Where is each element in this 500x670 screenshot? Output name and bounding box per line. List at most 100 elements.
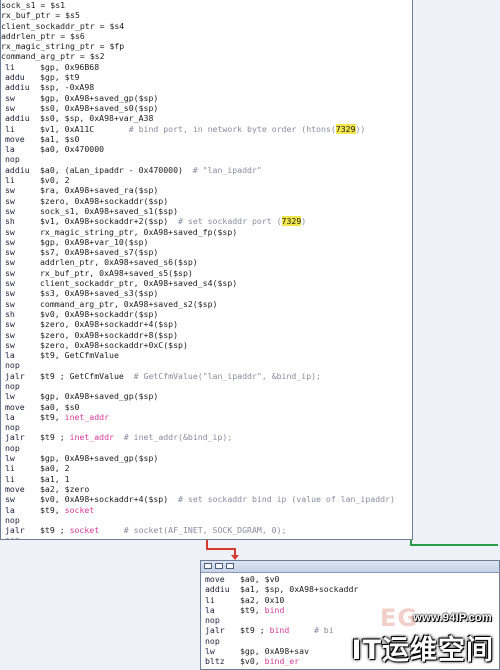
code-line[interactable]: sw $s0, 0xA98+saved_s0($sp) xyxy=(1,103,412,113)
code-line[interactable]: jalr $t9 ; GetCfmValue # GetCfmValue("lan… xyxy=(1,371,412,381)
code-line[interactable]: li $a2, 0x10 xyxy=(201,595,499,605)
block-collapse-icon[interactable] xyxy=(226,563,234,569)
code-line[interactable]: li $a0, 2 xyxy=(1,463,412,473)
operands: $gp, 0xA98+saved_gp($sp) xyxy=(40,453,159,464)
code-line[interactable]: la $t9, GetCfmValue xyxy=(1,350,412,360)
code-line[interactable]: jalr $t9 ; socket # socket(AF_INET, SOCK_… xyxy=(1,525,412,535)
code-line[interactable]: li $a1, 1 xyxy=(1,474,412,484)
operands: $a2, $zero xyxy=(40,483,90,494)
mnemonic: sw xyxy=(5,319,15,330)
code-line[interactable]: addiu $sp, -0xA98 xyxy=(1,82,412,92)
mnemonic: move xyxy=(5,401,25,412)
block-color-icon[interactable] xyxy=(204,563,212,569)
code-line[interactable]: la $a0, 0x470000 xyxy=(1,144,412,154)
mnemonic: jalr xyxy=(5,370,25,381)
mnemonic: li xyxy=(205,594,215,605)
code-line[interactable]: move $a0, $s0 xyxy=(1,402,412,412)
false-branch-edge-horizontal xyxy=(206,548,236,550)
code-line[interactable]: addiu $a0, (aLan_ipaddr - 0x470000) # "la… xyxy=(1,165,412,175)
code-line[interactable]: sock_s1 = $s1 xyxy=(1,0,412,10)
block-group-icon[interactable] xyxy=(215,563,223,569)
mnemonic: nop xyxy=(205,615,220,626)
code-line[interactable]: nop xyxy=(1,154,412,164)
operands: $a1, 1 xyxy=(40,473,70,484)
operands: $v1, 0xA98+sockaddr+2($sp) xyxy=(40,216,169,227)
code-line[interactable]: sw $ra, 0xA98+saved_ra($sp) xyxy=(1,185,412,195)
code-line[interactable]: jalr $t9 ; inet_addr # inet_addr(&bind_ip… xyxy=(1,432,412,442)
mnemonic: sw xyxy=(5,288,15,299)
mnemonic: li xyxy=(5,175,15,186)
operands: $t9, xyxy=(40,411,65,422)
code-line[interactable]: nop xyxy=(1,381,412,391)
code-line[interactable]: sh $v0, 0xA98+sockaddr($sp) xyxy=(1,309,412,319)
true-branch-edge-horizontal xyxy=(410,544,498,546)
mnemonic: sw xyxy=(5,205,15,216)
code-line[interactable]: sh $v1, 0xA98+sockaddr+2($sp) # set socka… xyxy=(1,216,412,227)
code-line[interactable]: nop xyxy=(1,443,412,453)
mnemonic: nop xyxy=(5,422,20,433)
code-line[interactable]: lw $gp, 0xA98+saved_gp($sp) xyxy=(1,391,412,401)
mnemonic: sh xyxy=(5,216,15,227)
code-line[interactable]: li $v0, 2 xyxy=(1,175,412,185)
mnemonic: sw xyxy=(5,92,15,103)
operands: $a2, 0x10 xyxy=(240,594,285,605)
code-line[interactable]: sw $zero, 0xA98+sockaddr+4($sp) xyxy=(1,319,412,329)
comment: # "lan_ipaddr" xyxy=(182,164,262,175)
mnemonic: move xyxy=(5,133,25,144)
code-line[interactable]: sw $gp, 0xA98+var_10($sp) xyxy=(1,237,412,247)
operands: $v1, 0xA11C xyxy=(40,123,95,134)
code-line[interactable]: rx_magic_string_ptr = $fp xyxy=(1,41,412,51)
code-line[interactable]: sw rx_buf_ptr, 0xA98+saved_s5($sp) xyxy=(1,268,412,278)
code-line[interactable]: la $t9, socket xyxy=(1,505,412,515)
operands: $t9 ; xyxy=(40,432,70,443)
code-line[interactable]: nop xyxy=(1,515,412,525)
mnemonic: addiu xyxy=(5,164,30,175)
operands: $zero, 0xA98+sockaddr+8($sp) xyxy=(40,329,179,340)
function-name: inet_addr xyxy=(69,432,114,443)
code-line[interactable]: nop xyxy=(1,360,412,370)
operands: $a0, (aLan_ipaddr - 0x470000) xyxy=(40,164,183,175)
code-line[interactable]: sw $zero, 0xA98+sockaddr($sp) xyxy=(1,196,412,206)
code-line[interactable]: move $a0, $v0 xyxy=(201,574,499,584)
code-line[interactable]: addiu $a1, $sp, 0xA98+sockaddr xyxy=(201,584,499,594)
code-line[interactable]: li $v1, 0xA11C # bind port, in network by… xyxy=(1,123,412,134)
operands: addrlen_ptr, 0xA98+saved_s6($sp) xyxy=(40,257,198,268)
code-line[interactable]: addrlen_ptr = $s6 xyxy=(1,31,412,41)
operands: client_sockaddr_ptr = $s4 xyxy=(1,20,125,31)
code-line[interactable]: addu $gp, $t9 xyxy=(1,72,412,82)
code-line[interactable]: sw rx_magic_string_ptr, 0xA98+saved_fp($s… xyxy=(1,227,412,237)
code-line[interactable]: sw $v0, 0xA98+sockaddr+4($sp) # set socka… xyxy=(1,494,412,504)
code-line[interactable]: nop xyxy=(1,422,412,432)
code-line[interactable]: move $a2, $zero xyxy=(1,484,412,494)
code-line[interactable]: sw command_arg_ptr, 0xA98+saved_s2($sp) xyxy=(1,299,412,309)
operands: $v0, xyxy=(240,656,265,667)
function-name: bind xyxy=(269,625,290,636)
code-line[interactable]: command_arg_ptr = $s2 xyxy=(1,51,412,61)
mnemonic: addiu xyxy=(5,82,30,93)
top-code-block[interactable]: sock_s1 = $s1 rx_buf_ptr = $s5 client_sock… xyxy=(0,0,413,540)
code-line[interactable]: sw $s3, 0xA98+saved_s3($sp) xyxy=(1,288,412,298)
mnemonic: sw xyxy=(5,329,15,340)
mnemonic: sw xyxy=(5,257,15,268)
mnemonic: jalr xyxy=(5,525,25,536)
code-line[interactable]: la $t9, inet_addr xyxy=(1,412,412,422)
mnemonic: addiu xyxy=(205,584,230,595)
code-line[interactable]: sw $zero, 0xA98+sockaddr+8($sp) xyxy=(1,330,412,340)
block-header xyxy=(201,561,499,573)
code-line[interactable]: move $a1, $s0 xyxy=(1,134,412,144)
code-line[interactable]: sw $gp, 0xA98+saved_gp($sp) xyxy=(1,93,412,103)
code-line[interactable]: sw $zero, 0xA98+sockaddr+0xC($sp) xyxy=(1,340,412,350)
code-line[interactable]: lw $gp, 0xA98+saved_gp($sp) xyxy=(1,453,412,463)
code-line[interactable]: sw addrlen_ptr, 0xA98+saved_s6($sp) xyxy=(1,257,412,267)
operands: $zero, 0xA98+sockaddr($sp) xyxy=(40,195,169,206)
operands: sock_s1 = $s1 xyxy=(1,0,66,10)
code-line[interactable]: sw $s7, 0xA98+saved_s7($sp) xyxy=(1,247,412,257)
code-line[interactable]: client_sockaddr_ptr = $s4 xyxy=(1,21,412,31)
code-line[interactable]: sw client_sockaddr_ptr, 0xA98+saved_s4($s… xyxy=(1,278,412,288)
code-line[interactable]: sw sock_s1, 0xA98+saved_s1($sp) xyxy=(1,206,412,216)
code-line[interactable]: li $gp, 0x96B68 xyxy=(1,62,412,72)
code-line[interactable]: addiu $s0, $sp, 0xA98+var_A38 xyxy=(1,113,412,123)
operands: rx_magic_string_ptr, 0xA98+saved_fp($sp) xyxy=(40,226,238,237)
code-line[interactable]: rx_buf_ptr = $s5 xyxy=(1,10,412,20)
operands: $a1, $s0 xyxy=(40,133,80,144)
